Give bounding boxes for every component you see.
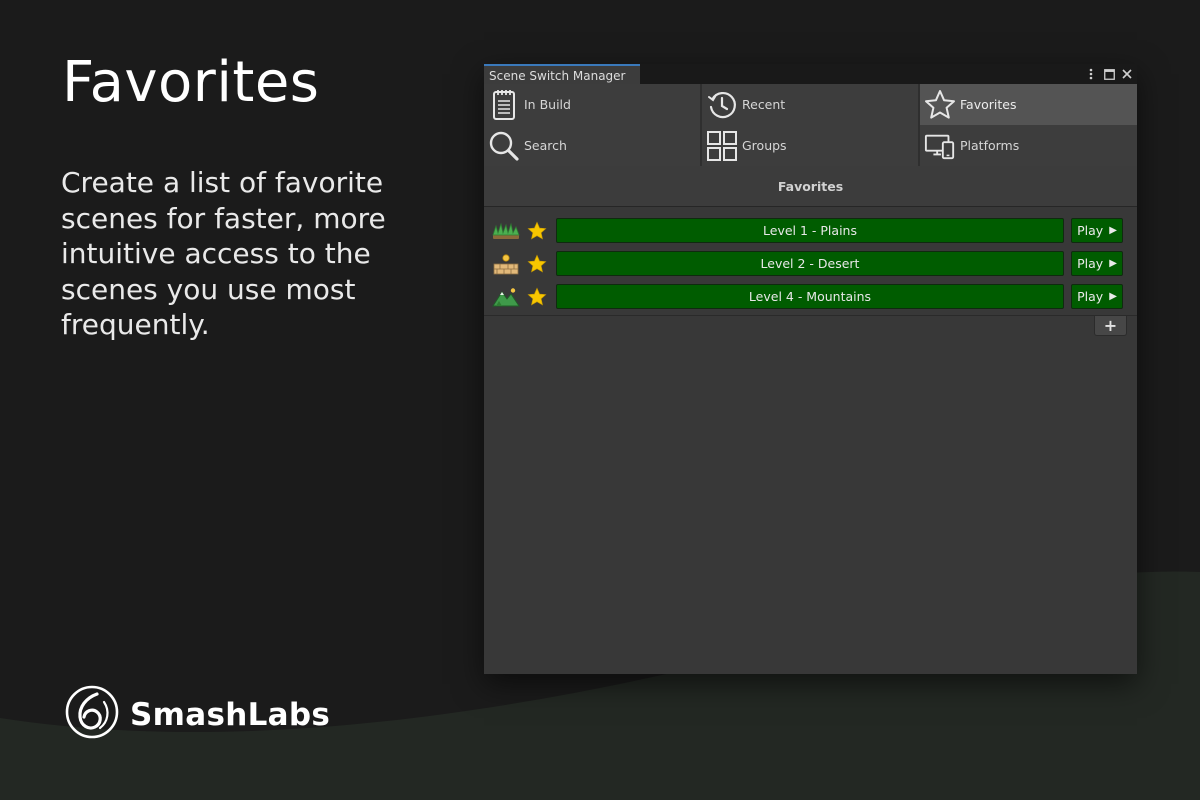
devices-icon [924,130,956,162]
play-triangle-icon: ▶ [1109,290,1117,302]
favorite-star-icon[interactable] [526,220,548,242]
search-icon [488,130,520,162]
tab-label: Recent [742,97,786,112]
grid-icon [706,130,738,162]
mountains-icon [492,286,520,308]
add-favorite-button[interactable]: + [1094,316,1127,336]
maximize-icon[interactable] [1103,67,1115,81]
play-button[interactable]: Play ▶ [1071,251,1123,276]
favorite-star-icon[interactable] [526,286,548,308]
promo-title: Favorites [62,50,320,115]
play-button[interactable]: Play ▶ [1071,284,1123,309]
tab-label: Search [524,138,567,153]
category-tabs: In Build Recent Favorites Search Groups … [484,84,1137,166]
brand-logo: SmashLabs [64,684,330,745]
window-controls [1085,65,1133,83]
tab-in-build[interactable]: In Build [484,84,700,125]
play-label: Play [1077,256,1104,271]
promo-description: Create a list of favorite scenes for fas… [61,166,386,341]
list-footer: + [484,315,1137,342]
play-button[interactable]: Play ▶ [1071,218,1123,243]
favorites-list: Level 1 - Plains Play ▶ Level 2 - Desert… [484,207,1137,313]
favorite-star-icon[interactable] [526,253,548,275]
tab-label: Favorites [960,97,1017,112]
tab-label: In Build [524,97,571,112]
scene-button[interactable]: Level 2 - Desert [556,251,1064,276]
window-titlebar: Scene Switch Manager [484,64,1137,84]
window-tab[interactable]: Scene Switch Manager [484,64,640,84]
list-item: Level 1 - Plains Play ▶ [484,214,1137,247]
tab-label: Groups [742,138,787,153]
play-triangle-icon: ▶ [1109,257,1117,269]
kebab-menu-icon[interactable] [1085,67,1097,81]
tab-platforms[interactable]: Platforms [920,125,1137,166]
desert-icon [492,253,520,275]
list-item: Level 4 - Mountains Play ▶ [484,280,1137,313]
smashlabs-logo-icon [64,684,120,745]
star-outline-icon [924,89,956,121]
history-icon [706,89,738,121]
play-label: Play [1077,223,1104,238]
play-triangle-icon: ▶ [1109,224,1117,236]
scene-switch-manager-window: Scene Switch Manager In Build Recent Fav… [484,64,1137,674]
list-item: Level 2 - Desert Play ▶ [484,247,1137,280]
tab-search[interactable]: Search [484,125,700,166]
scene-button[interactable]: Level 4 - Mountains [556,284,1064,309]
tab-favorites[interactable]: Favorites [920,84,1137,125]
tab-label: Platforms [960,138,1020,153]
close-icon[interactable] [1121,67,1133,81]
scene-button[interactable]: Level 1 - Plains [556,218,1064,243]
section-header: Favorites [484,166,1137,207]
play-label: Play [1077,289,1104,304]
plains-icon [492,220,520,242]
brand-name: SmashLabs [130,696,331,733]
tab-groups[interactable]: Groups [702,125,918,166]
tab-recent[interactable]: Recent [702,84,918,125]
notepad-icon [488,89,520,121]
